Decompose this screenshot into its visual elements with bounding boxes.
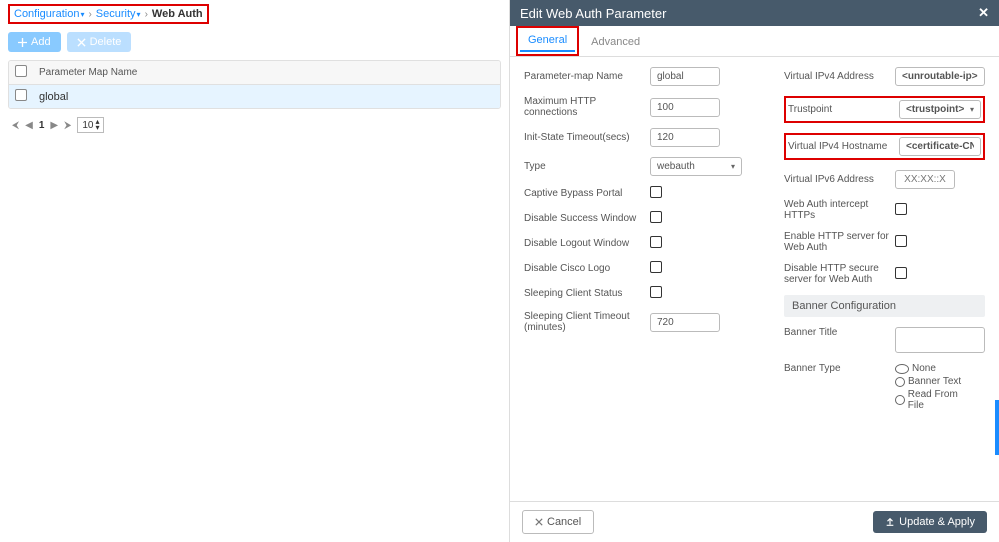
checkbox-disable-logout[interactable]: [650, 236, 662, 248]
radio-banner-none[interactable]: None: [895, 363, 936, 374]
label-disable-logout: Disable Logout Window: [524, 238, 644, 249]
checkbox-captive[interactable]: [650, 186, 662, 198]
close-icon[interactable]: ✕: [978, 5, 989, 21]
checkbox-disable-cisco[interactable]: [650, 261, 662, 273]
label-trustpoint: Trustpoint: [788, 104, 893, 115]
label-initstate: Init-State Timeout(secs): [524, 132, 644, 143]
label-intercept: Web Auth intercept HTTPs: [784, 199, 889, 221]
input-vipv6[interactable]: [895, 170, 955, 189]
input-pmap-name[interactable]: [650, 67, 720, 86]
side-handle[interactable]: [995, 400, 999, 455]
pager-next[interactable]: ▶: [50, 120, 58, 131]
label-captive: Captive Bypass Portal: [524, 188, 644, 199]
label-maxhttp: Maximum HTTP connections: [524, 96, 644, 118]
pager-prev[interactable]: ◀: [25, 120, 33, 131]
label-disable-success: Disable Success Window: [524, 213, 644, 224]
chevron-down-icon: ▾: [731, 162, 735, 171]
checkbox-disable-success[interactable]: [650, 211, 662, 223]
banner-config-header: Banner Configuration: [784, 295, 985, 317]
input-banner-title[interactable]: [895, 327, 985, 353]
pager-last[interactable]: ⮞: [64, 120, 71, 131]
checkbox-sleeping-status[interactable]: [650, 286, 662, 298]
label-vipv6: Virtual IPv6 Address: [784, 174, 889, 185]
delete-button[interactable]: Delete: [67, 32, 132, 52]
select-type[interactable]: webauth ▾: [650, 157, 742, 176]
add-button[interactable]: Add: [8, 32, 61, 52]
pager: ⮜ ◀ 1 ▶ ⮞ 10 ▴▾: [8, 115, 501, 135]
page-size-select[interactable]: 10 ▴▾: [77, 117, 104, 133]
radio-banner-text[interactable]: Banner Text: [895, 376, 961, 387]
column-header-name[interactable]: Parameter Map Name: [39, 67, 494, 78]
chevron-right-icon: ›: [88, 9, 91, 20]
crumb-security[interactable]: Security▾: [96, 8, 141, 20]
select-trustpoint[interactable]: <trustpoint> ▾: [899, 100, 981, 119]
select-all-checkbox[interactable]: [15, 65, 27, 77]
label-disable-cisco: Disable Cisco Logo: [524, 263, 644, 274]
label-vipv4host: Virtual IPv4 Hostname: [788, 141, 893, 152]
row-checkbox[interactable]: [15, 89, 27, 101]
checkbox-enable-http[interactable]: [895, 235, 907, 247]
chevron-right-icon: ›: [145, 9, 148, 20]
input-vipv4host[interactable]: [899, 137, 981, 156]
label-pmap-name: Parameter-map Name: [524, 71, 644, 82]
panel-title: Edit Web Auth Parameter: [520, 6, 666, 21]
updown-icon: ▴▾: [95, 119, 99, 131]
input-sleeping-timeout[interactable]: [650, 313, 720, 332]
breadcrumb: Configuration▾ › Security▾ › Web Auth: [8, 4, 209, 24]
label-type: Type: [524, 161, 644, 172]
table-row[interactable]: global: [9, 85, 500, 108]
label-enable-http: Enable HTTP server for Web Auth: [784, 231, 889, 253]
chevron-down-icon: ▾: [970, 105, 974, 114]
pager-first[interactable]: ⮜: [12, 120, 19, 131]
radio-banner-file[interactable]: Read From File: [895, 389, 975, 411]
tab-general[interactable]: General: [520, 30, 575, 52]
cancel-button[interactable]: Cancel: [522, 510, 594, 534]
pager-current: 1: [39, 120, 45, 131]
crumb-configuration[interactable]: Configuration▾: [14, 8, 84, 20]
label-disable-https: Disable HTTP secure server for Web Auth: [784, 263, 889, 285]
checkbox-intercept[interactable]: [895, 203, 907, 215]
update-apply-button[interactable]: Update & Apply: [873, 511, 987, 533]
input-maxhttp[interactable]: [650, 98, 720, 117]
x-icon: [77, 38, 86, 47]
input-initstate[interactable]: [650, 128, 720, 147]
parameter-map-table: Parameter Map Name global: [8, 60, 501, 109]
row-name: global: [39, 91, 494, 103]
label-banner-title: Banner Title: [784, 327, 889, 338]
crumb-current: Web Auth: [152, 8, 203, 20]
input-vipv4[interactable]: [895, 67, 985, 86]
x-icon: [535, 518, 543, 526]
label-sleeping-timeout: Sleeping Client Timeout (minutes): [524, 311, 644, 333]
checkbox-disable-https[interactable]: [895, 267, 907, 279]
label-vipv4: Virtual IPv4 Address: [784, 71, 889, 82]
label-banner-type: Banner Type: [784, 363, 889, 374]
upload-icon: [885, 517, 895, 527]
label-sleeping-status: Sleeping Client Status: [524, 288, 644, 299]
plus-icon: [18, 38, 27, 47]
tab-advanced[interactable]: Advanced: [583, 32, 648, 52]
